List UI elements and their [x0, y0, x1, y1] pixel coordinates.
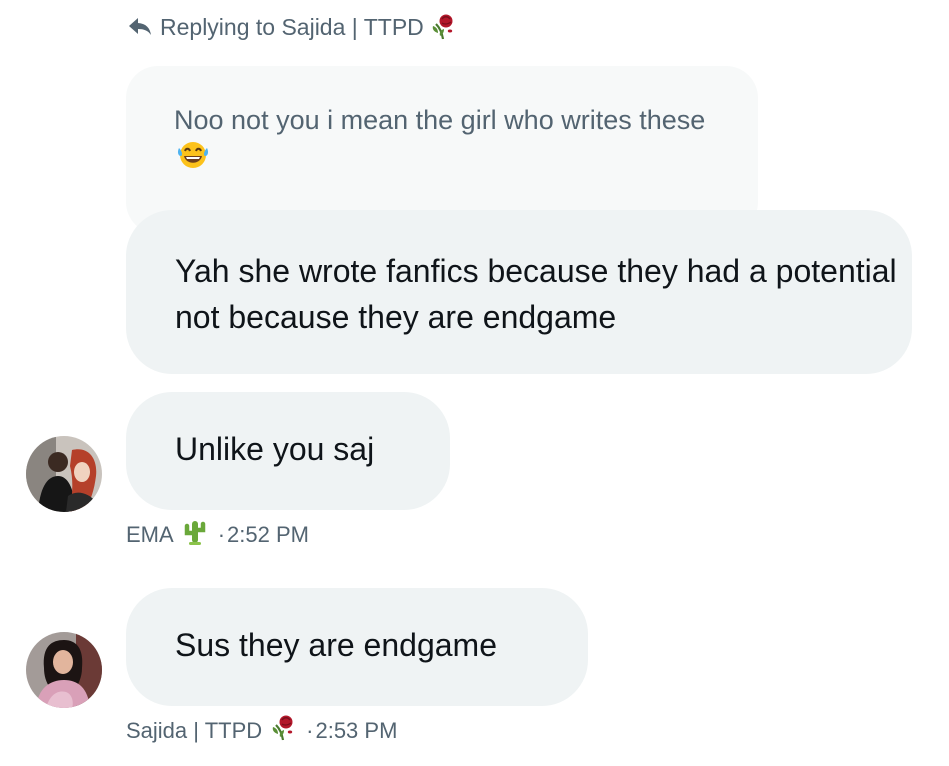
sender-name[interactable]: EMA — [126, 522, 174, 548]
replying-to-header[interactable]: Replying to Sajida | TTPD — [128, 12, 456, 42]
replying-to-text: Replying to Sajida | TTPD — [160, 13, 424, 40]
message-bubble[interactable]: Unlike you saj — [126, 392, 450, 510]
timestamp: 2:53 PM — [315, 718, 398, 743]
meta-separator: · — [306, 718, 314, 743]
message-text: Unlike you saj — [175, 431, 375, 467]
timestamp: 2:52 PM — [227, 522, 309, 547]
message-bubble[interactable]: Yah she wrote fanfics because they had a… — [126, 210, 912, 374]
wilted-rose-icon — [430, 13, 456, 41]
tears-of-joy-icon — [176, 138, 210, 179]
message-bubble[interactable]: Sus they are endgame — [126, 588, 588, 706]
message-text: Yah she wrote fanfics because they had a… — [175, 253, 897, 335]
quoted-message-content: Noo not you i mean the girl who writes t… — [174, 102, 734, 179]
sender-name[interactable]: Sajida | TTPD — [126, 718, 262, 744]
avatar-photo — [26, 436, 102, 512]
message-meta: Sajida | TTPD · 2:53 PM — [126, 714, 398, 748]
wilted-rose-icon — [270, 714, 296, 748]
quoted-message-text: Noo not you i mean the girl who writes t… — [174, 105, 706, 135]
cactus-icon — [182, 518, 208, 552]
reply-arrow-icon — [128, 16, 152, 38]
meta-separator: · — [217, 522, 226, 547]
message-meta: EMA · 2:52 PM — [126, 520, 309, 550]
avatar-photo — [26, 632, 102, 708]
message-text: Sus they are endgame — [175, 627, 497, 663]
avatar[interactable] — [26, 436, 102, 512]
avatar[interactable] — [26, 632, 102, 708]
